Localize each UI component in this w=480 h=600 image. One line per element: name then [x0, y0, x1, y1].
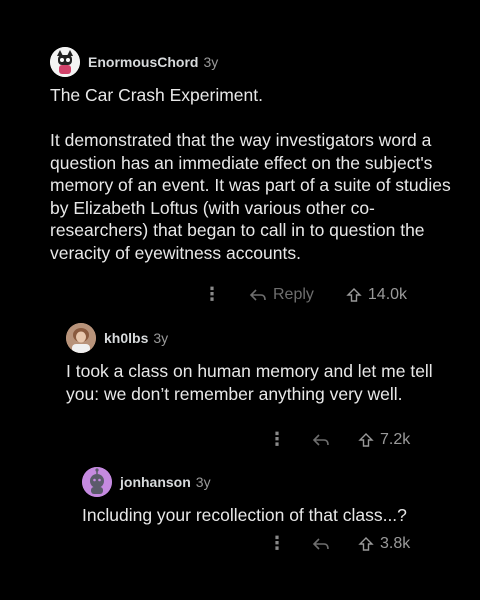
photo-avatar-icon: [66, 323, 96, 353]
comment-header: jonhanson 3y: [82, 464, 460, 500]
comment-body: I took a class on human memory and let m…: [66, 361, 433, 404]
comment-1-actions: ⋮ Reply 14.0k: [203, 284, 407, 305]
upvote-arrow-icon: [358, 432, 374, 448]
reply-button[interactable]: [312, 433, 330, 447]
username[interactable]: kh0lbs: [104, 330, 148, 346]
comment-age: 3y: [203, 54, 219, 70]
more-options-icon[interactable]: ⋮: [268, 429, 286, 450]
vote-score: 7.2k: [380, 430, 411, 448]
upvote-arrow-icon: [358, 536, 374, 552]
upvote-arrow-icon: [346, 287, 362, 303]
alien-avatar-icon: [82, 467, 112, 497]
reply-button[interactable]: [312, 537, 330, 551]
upvote-button[interactable]: 7.2k: [358, 431, 410, 449]
avatar[interactable]: [50, 47, 80, 77]
comment-1: EnormousChord 3y The Car Crash Experimen…: [50, 44, 460, 264]
avatar[interactable]: [82, 467, 112, 497]
comment-2: kh0lbs 3y I took a class on human memory…: [66, 320, 460, 405]
reply-arrow-icon: [312, 537, 330, 551]
comment-header: kh0lbs 3y: [66, 320, 460, 356]
upvote-button[interactable]: 14.0k: [346, 286, 407, 304]
more-options-icon[interactable]: ⋮: [268, 533, 286, 554]
reply-label: Reply: [273, 285, 314, 303]
upvote-button[interactable]: 3.8k: [358, 535, 410, 553]
reply-button[interactable]: Reply: [249, 286, 314, 304]
vote-score: 14.0k: [367, 285, 408, 303]
comment-2-actions: ⋮ 7.2k: [268, 429, 410, 450]
reply-arrow-icon: [312, 433, 330, 447]
comment-body: The Car Crash Experiment. It demonstrate…: [50, 85, 451, 263]
reply-arrow-icon: [249, 288, 267, 302]
comment-body: Including your recollection of that clas…: [82, 505, 407, 525]
avatar[interactable]: [66, 323, 96, 353]
comment-age: 3y: [153, 330, 169, 346]
username[interactable]: EnormousChord: [88, 54, 198, 70]
comment-header: EnormousChord 3y: [50, 44, 460, 80]
cat-avatar-icon: [50, 47, 80, 77]
comment-3: jonhanson 3y Including your recollection…: [82, 464, 460, 527]
more-options-icon[interactable]: ⋮: [203, 284, 221, 305]
comment-age: 3y: [195, 474, 211, 490]
vote-score: 3.8k: [380, 534, 411, 552]
comment-3-actions: ⋮ 3.8k: [268, 533, 410, 554]
username[interactable]: jonhanson: [120, 474, 191, 490]
